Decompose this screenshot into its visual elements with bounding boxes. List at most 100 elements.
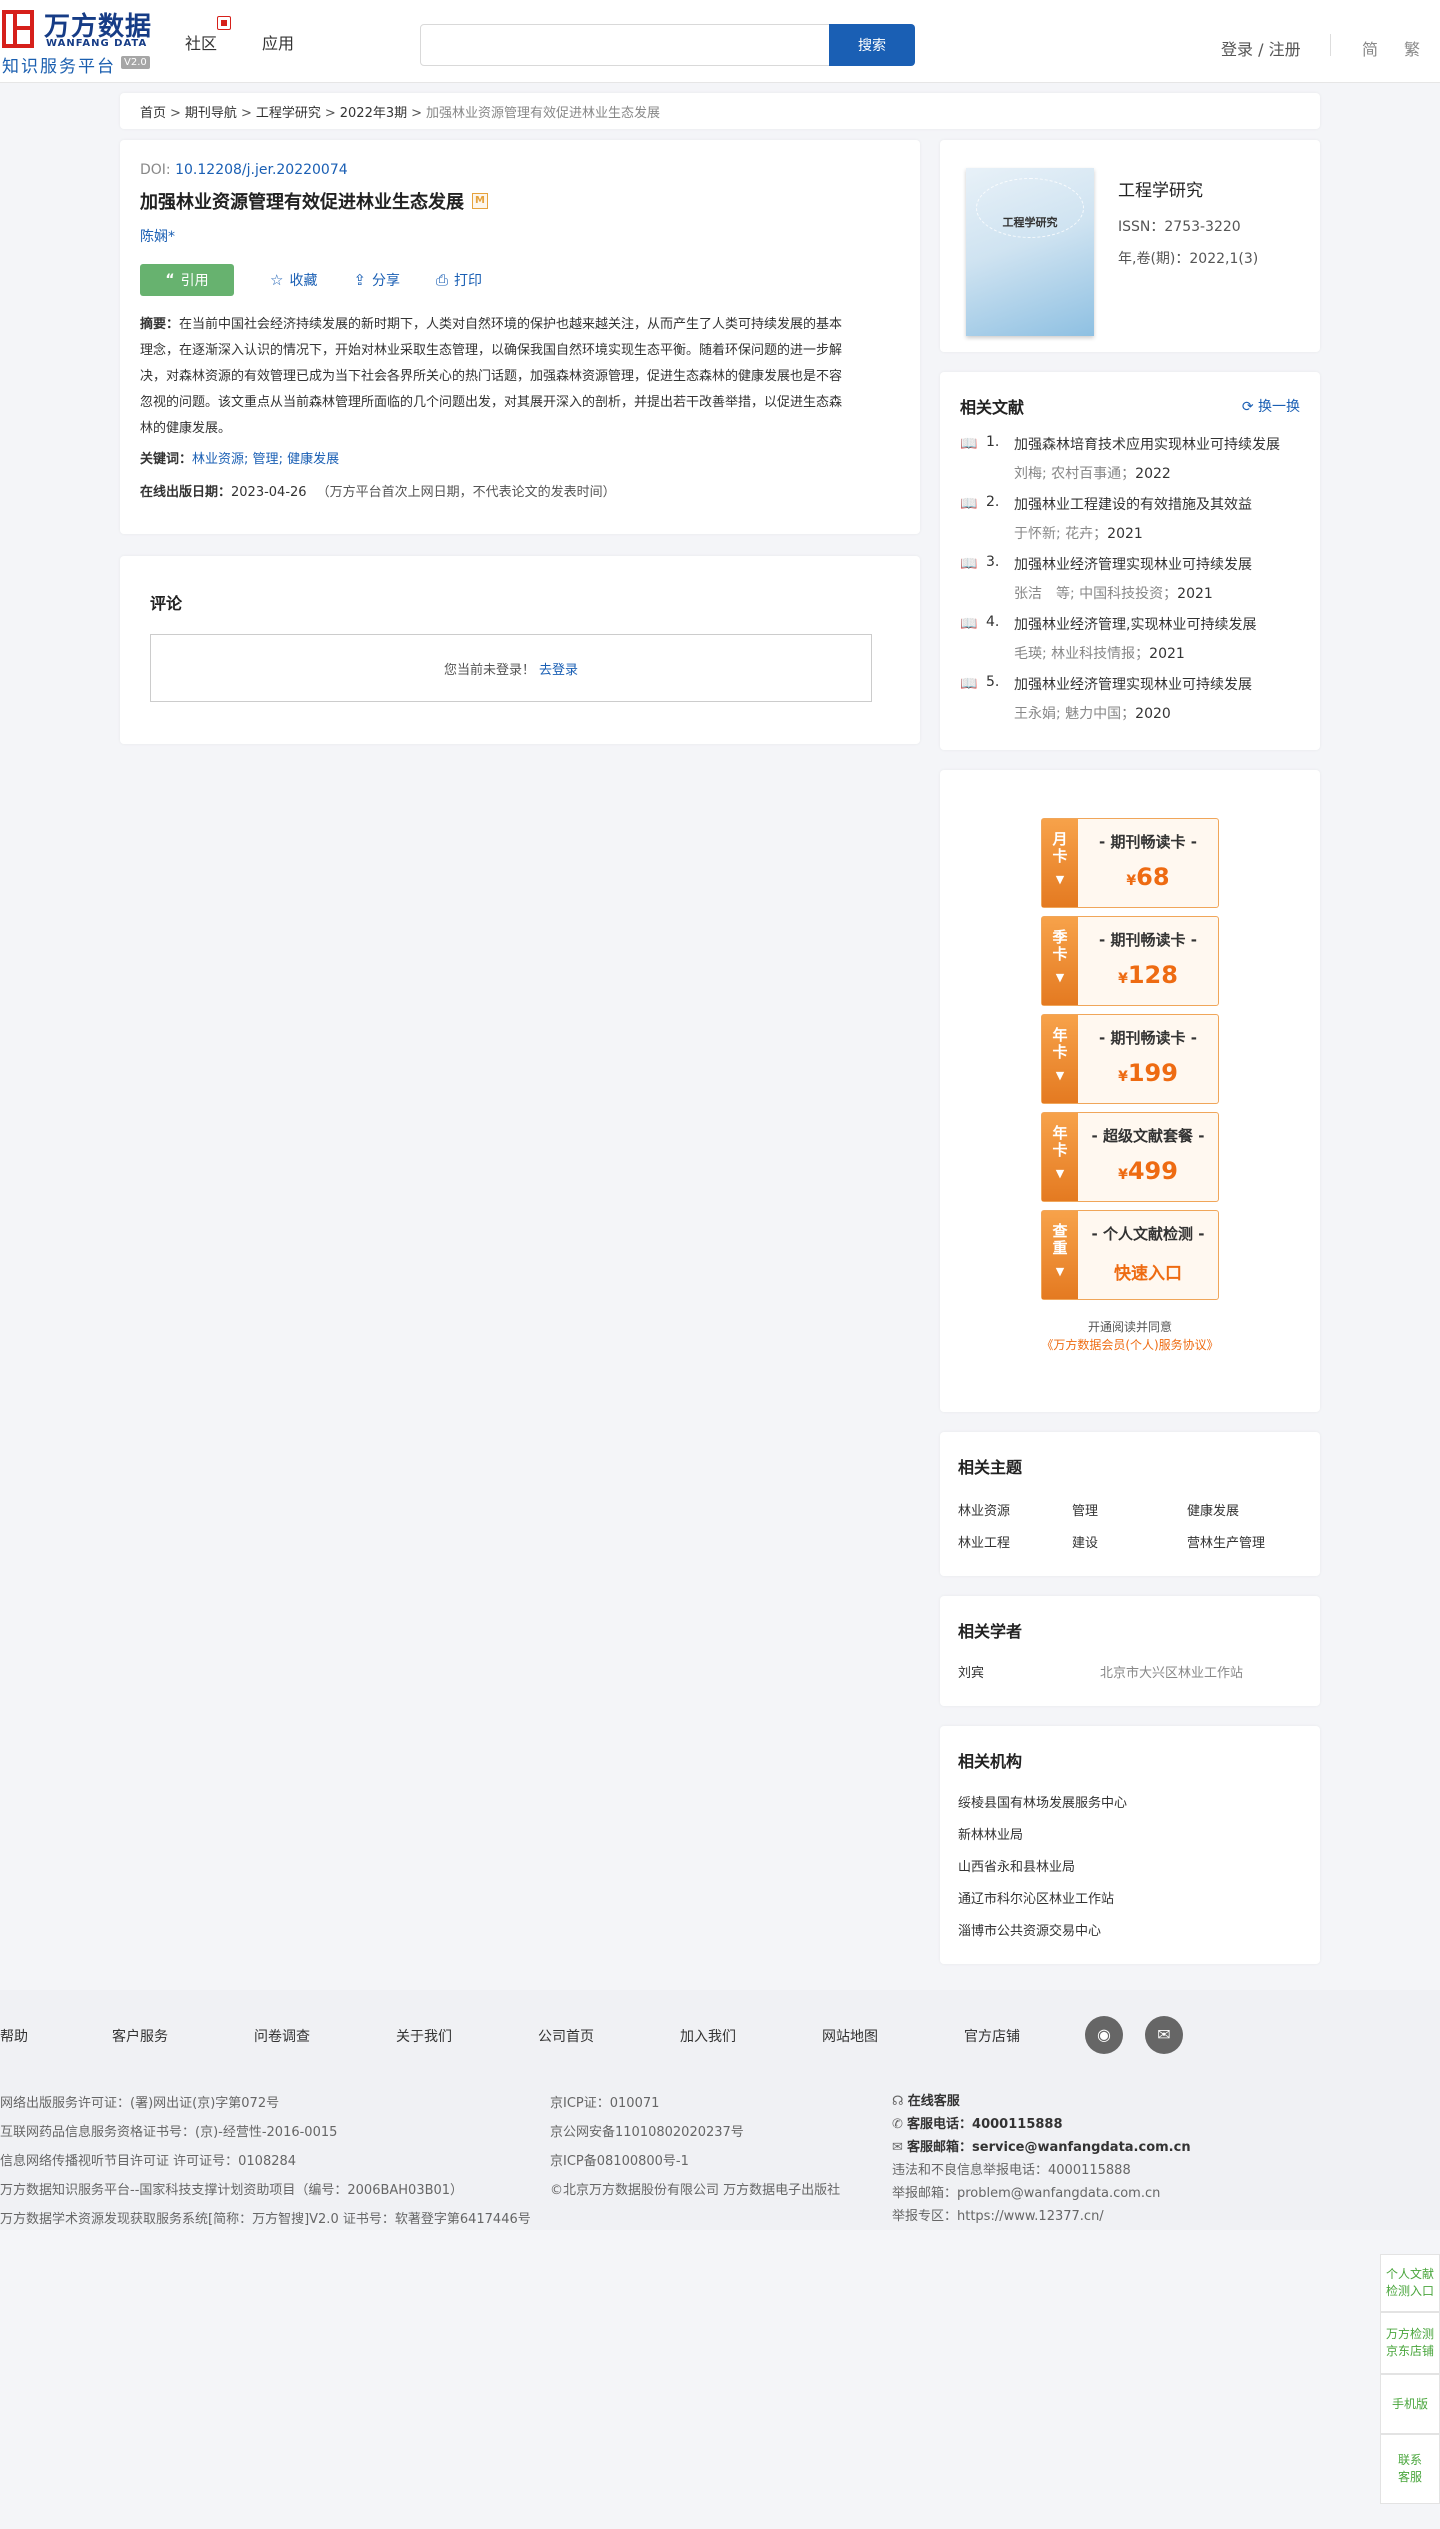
related-year: 2021 <box>1107 526 1143 542</box>
topic-link[interactable]: 林业工程 <box>958 1532 1010 1551</box>
org-link[interactable]: 绥棱县国有林场发展服务中心 <box>958 1792 1127 1811</box>
vip-tag-char: 卡 <box>1052 847 1068 865</box>
footer-link-home[interactable]: 公司首页 <box>538 2026 594 2046</box>
share-button[interactable]: ⇪ 分享 <box>353 270 400 290</box>
topic-link[interactable]: 林业资源 <box>958 1500 1010 1519</box>
footer-link-about[interactable]: 关于我们 <box>396 2026 452 2046</box>
report-phone: 违法和不良信息举报电话：4000115888 <box>892 2163 1131 2178</box>
nav-community[interactable]: 社区 <box>185 30 217 54</box>
breadcrumb-current: 加强林业资源管理有效促进林业生态发展 <box>426 106 661 121</box>
org-link[interactable]: 新林林业局 <box>958 1824 1023 1843</box>
footer-link-help[interactable]: 帮助 <box>0 2026 28 2046</box>
footer-link-store[interactable]: 官方店铺 <box>964 2026 1020 2046</box>
monthly-card[interactable]: 月卡 ▼ - 期刊畅读卡 - ¥68 <box>1041 818 1219 908</box>
agreement-link[interactable]: 《万方数据会员(个人)服务协议》 <box>1041 1338 1218 1352</box>
license-line: 万方数据学术资源发现获取服务系统[简称：万方智搜]V2.0 证书号：软著登字第6… <box>0 2212 531 2227</box>
plagiarism-check-card[interactable]: 查重 ▼ - 个人文献检测 - 快速入口 <box>1041 1210 1219 1300</box>
icp-line: 京ICP证：010071 <box>550 2096 660 2111</box>
footer-link-survey[interactable]: 问卷调查 <box>254 2026 310 2046</box>
search-input[interactable] <box>420 24 830 66</box>
wechat-icon[interactable]: ✉ <box>1145 2016 1183 2054</box>
keyword-link[interactable]: 管理 <box>253 452 279 467</box>
comment-login-link[interactable]: 去登录 <box>539 659 578 678</box>
cite-button[interactable]: “ 引用 <box>140 264 234 296</box>
quick-entry-link: 快速入口 <box>1114 1264 1182 1284</box>
online-service[interactable]: ☊ 在线客服 <box>892 2090 960 2109</box>
book-icon: 📖 <box>960 556 978 572</box>
keyword-link[interactable]: 健康发展 <box>287 452 339 467</box>
price-value: 128 <box>1127 961 1178 989</box>
vip-name: - 期刊畅读卡 - <box>1099 1029 1197 1047</box>
topic-link[interactable]: 营林生产管理 <box>1187 1532 1265 1551</box>
org-link[interactable]: 淄博市公共资源交易中心 <box>958 1920 1101 1939</box>
journal-cover[interactable]: 工程学研究 <box>966 168 1094 336</box>
agreement: 开通阅读并同意 《万方数据会员(个人)服务协议》 <box>940 1318 1320 1354</box>
breadcrumb-journals[interactable]: 期刊导航 <box>185 106 237 121</box>
vip-tag-char: 卡 <box>1052 945 1068 963</box>
vip-tag-char: 月 <box>1052 830 1068 848</box>
quarterly-card[interactable]: 季卡 ▼ - 期刊畅读卡 - ¥128 <box>1041 916 1219 1006</box>
topic-link[interactable]: 建设 <box>1072 1532 1098 1551</box>
topic-link[interactable]: 健康发展 <box>1187 1500 1239 1519</box>
vip-price: ¥128 <box>1078 961 1218 989</box>
footer-link-service[interactable]: 客户服务 <box>112 2026 168 2046</box>
side-contact[interactable]: 联系客服 <box>1380 2434 1440 2504</box>
keyword-link[interactable]: 林业资源 <box>192 452 244 467</box>
scholar-name[interactable]: 刘宾 <box>958 1662 984 1681</box>
annual-card[interactable]: 年卡 ▼ - 期刊畅读卡 - ¥199 <box>1041 1014 1219 1104</box>
copyright-line: ©北京万方数据股份有限公司 万方数据电子出版社 <box>550 2183 841 2198</box>
service-phone: ✆ 客服电话：4000115888 <box>892 2113 1063 2132</box>
lang-traditional[interactable]: 繁 <box>1404 36 1420 60</box>
related-num: 4. <box>986 614 1000 630</box>
breadcrumb-sep: > <box>240 106 252 121</box>
refresh-icon: ⟳ <box>1241 399 1258 415</box>
nav-apps[interactable]: 应用 <box>262 30 294 54</box>
agreement-text: 开通阅读并同意 <box>1087 1320 1172 1334</box>
search-button[interactable]: 搜索 <box>829 24 915 66</box>
abstract-line: 林的健康发展。 <box>140 421 232 436</box>
super-package-card[interactable]: 年卡 ▼ - 超级文献套餐 - ¥499 <box>1041 1112 1219 1202</box>
abstract-label: 摘要： <box>140 317 180 332</box>
weibo-icon[interactable]: ◉ <box>1085 2016 1123 2054</box>
print-button[interactable]: ⎙ 打印 <box>436 270 482 290</box>
license-line: 网络出版服务许可证：(署)网出证(京)字第072号 <box>0 2096 280 2111</box>
doi-label: DOI: <box>140 162 171 178</box>
side-mobile[interactable]: 手机版 <box>1380 2374 1440 2434</box>
logo-mark-icon <box>2 10 34 48</box>
service-email: ✉ 客服邮箱：service@wanfangdata.com.cn <box>892 2136 1191 2155</box>
license-line: 万方数据知识服务平台--国家科技支撑计划资助项目（编号：2006BAH03B01… <box>0 2183 464 2198</box>
footer-link-join[interactable]: 加入我们 <box>680 2026 736 2046</box>
footer-link-sitemap[interactable]: 网站地图 <box>822 2026 878 2046</box>
currency: ¥ <box>1118 1167 1128 1183</box>
related-item-meta: 刘梅; 农村百事通；2022 <box>1014 463 1171 483</box>
topic-link[interactable]: 管理 <box>1072 1500 1098 1519</box>
login-register-link[interactable]: 登录 / 注册 <box>1221 36 1301 60</box>
mendeley-icon[interactable]: M <box>472 193 488 209</box>
pubdate-note: （万方平台首次上网日期，不代表论文的发表时间） <box>316 485 616 500</box>
vip-tag: 年卡 ▼ <box>1042 1015 1078 1103</box>
book-icon: 📖 <box>960 496 978 512</box>
breadcrumb-issue[interactable]: 2022年3期 <box>340 106 407 121</box>
abstract-line: 摘要：在当前中国社会经济持续发展的新时期下，人类对自然环境的保护也越来越关注，从… <box>140 312 900 338</box>
org-link[interactable]: 通辽市科尔沁区林业工作站 <box>958 1888 1114 1907</box>
author-link[interactable]: 陈娴* <box>140 226 900 246</box>
lang-simplified[interactable]: 简 <box>1362 36 1378 60</box>
double-chevron-down-icon: ▼ <box>1055 971 1065 984</box>
report-site[interactable]: 举报专区：https://www.12377.cn/ <box>892 2205 1104 2224</box>
doi-link[interactable]: 10.12208/j.jer.20220074 <box>175 162 348 178</box>
online-service-label: 在线客服 <box>907 2094 960 2109</box>
side-check-entry[interactable]: 个人文献检测入口 <box>1380 2254 1440 2312</box>
breadcrumb-home[interactable]: 首页 <box>140 106 166 121</box>
vip-tag-char: 季 <box>1052 928 1068 946</box>
related-item-title: 加强林业经济管理实现林业可持续发展 <box>1014 677 1252 693</box>
journal-name[interactable]: 工程学研究 <box>1118 176 1203 201</box>
wanfang-logo[interactable]: 万方数据 WANFANG DATA 知识服务平台 V2.0 <box>0 6 160 77</box>
article-title-row: 加强林业资源管理有效促进林业生态发展 M <box>140 188 900 214</box>
org-link[interactable]: 山西省永和县林业局 <box>958 1856 1075 1875</box>
side-jd-store[interactable]: 万方检测京东店铺 <box>1380 2312 1440 2374</box>
scholar-org: 北京市大兴区林业工作站 <box>1100 1666 1244 1681</box>
cite-label: 引用 <box>180 273 209 289</box>
refresh-button[interactable]: ⟳ 换一换 <box>1242 396 1300 416</box>
breadcrumb-journal[interactable]: 工程学研究 <box>256 106 321 121</box>
favorite-button[interactable]: ☆ 收藏 <box>270 270 317 290</box>
